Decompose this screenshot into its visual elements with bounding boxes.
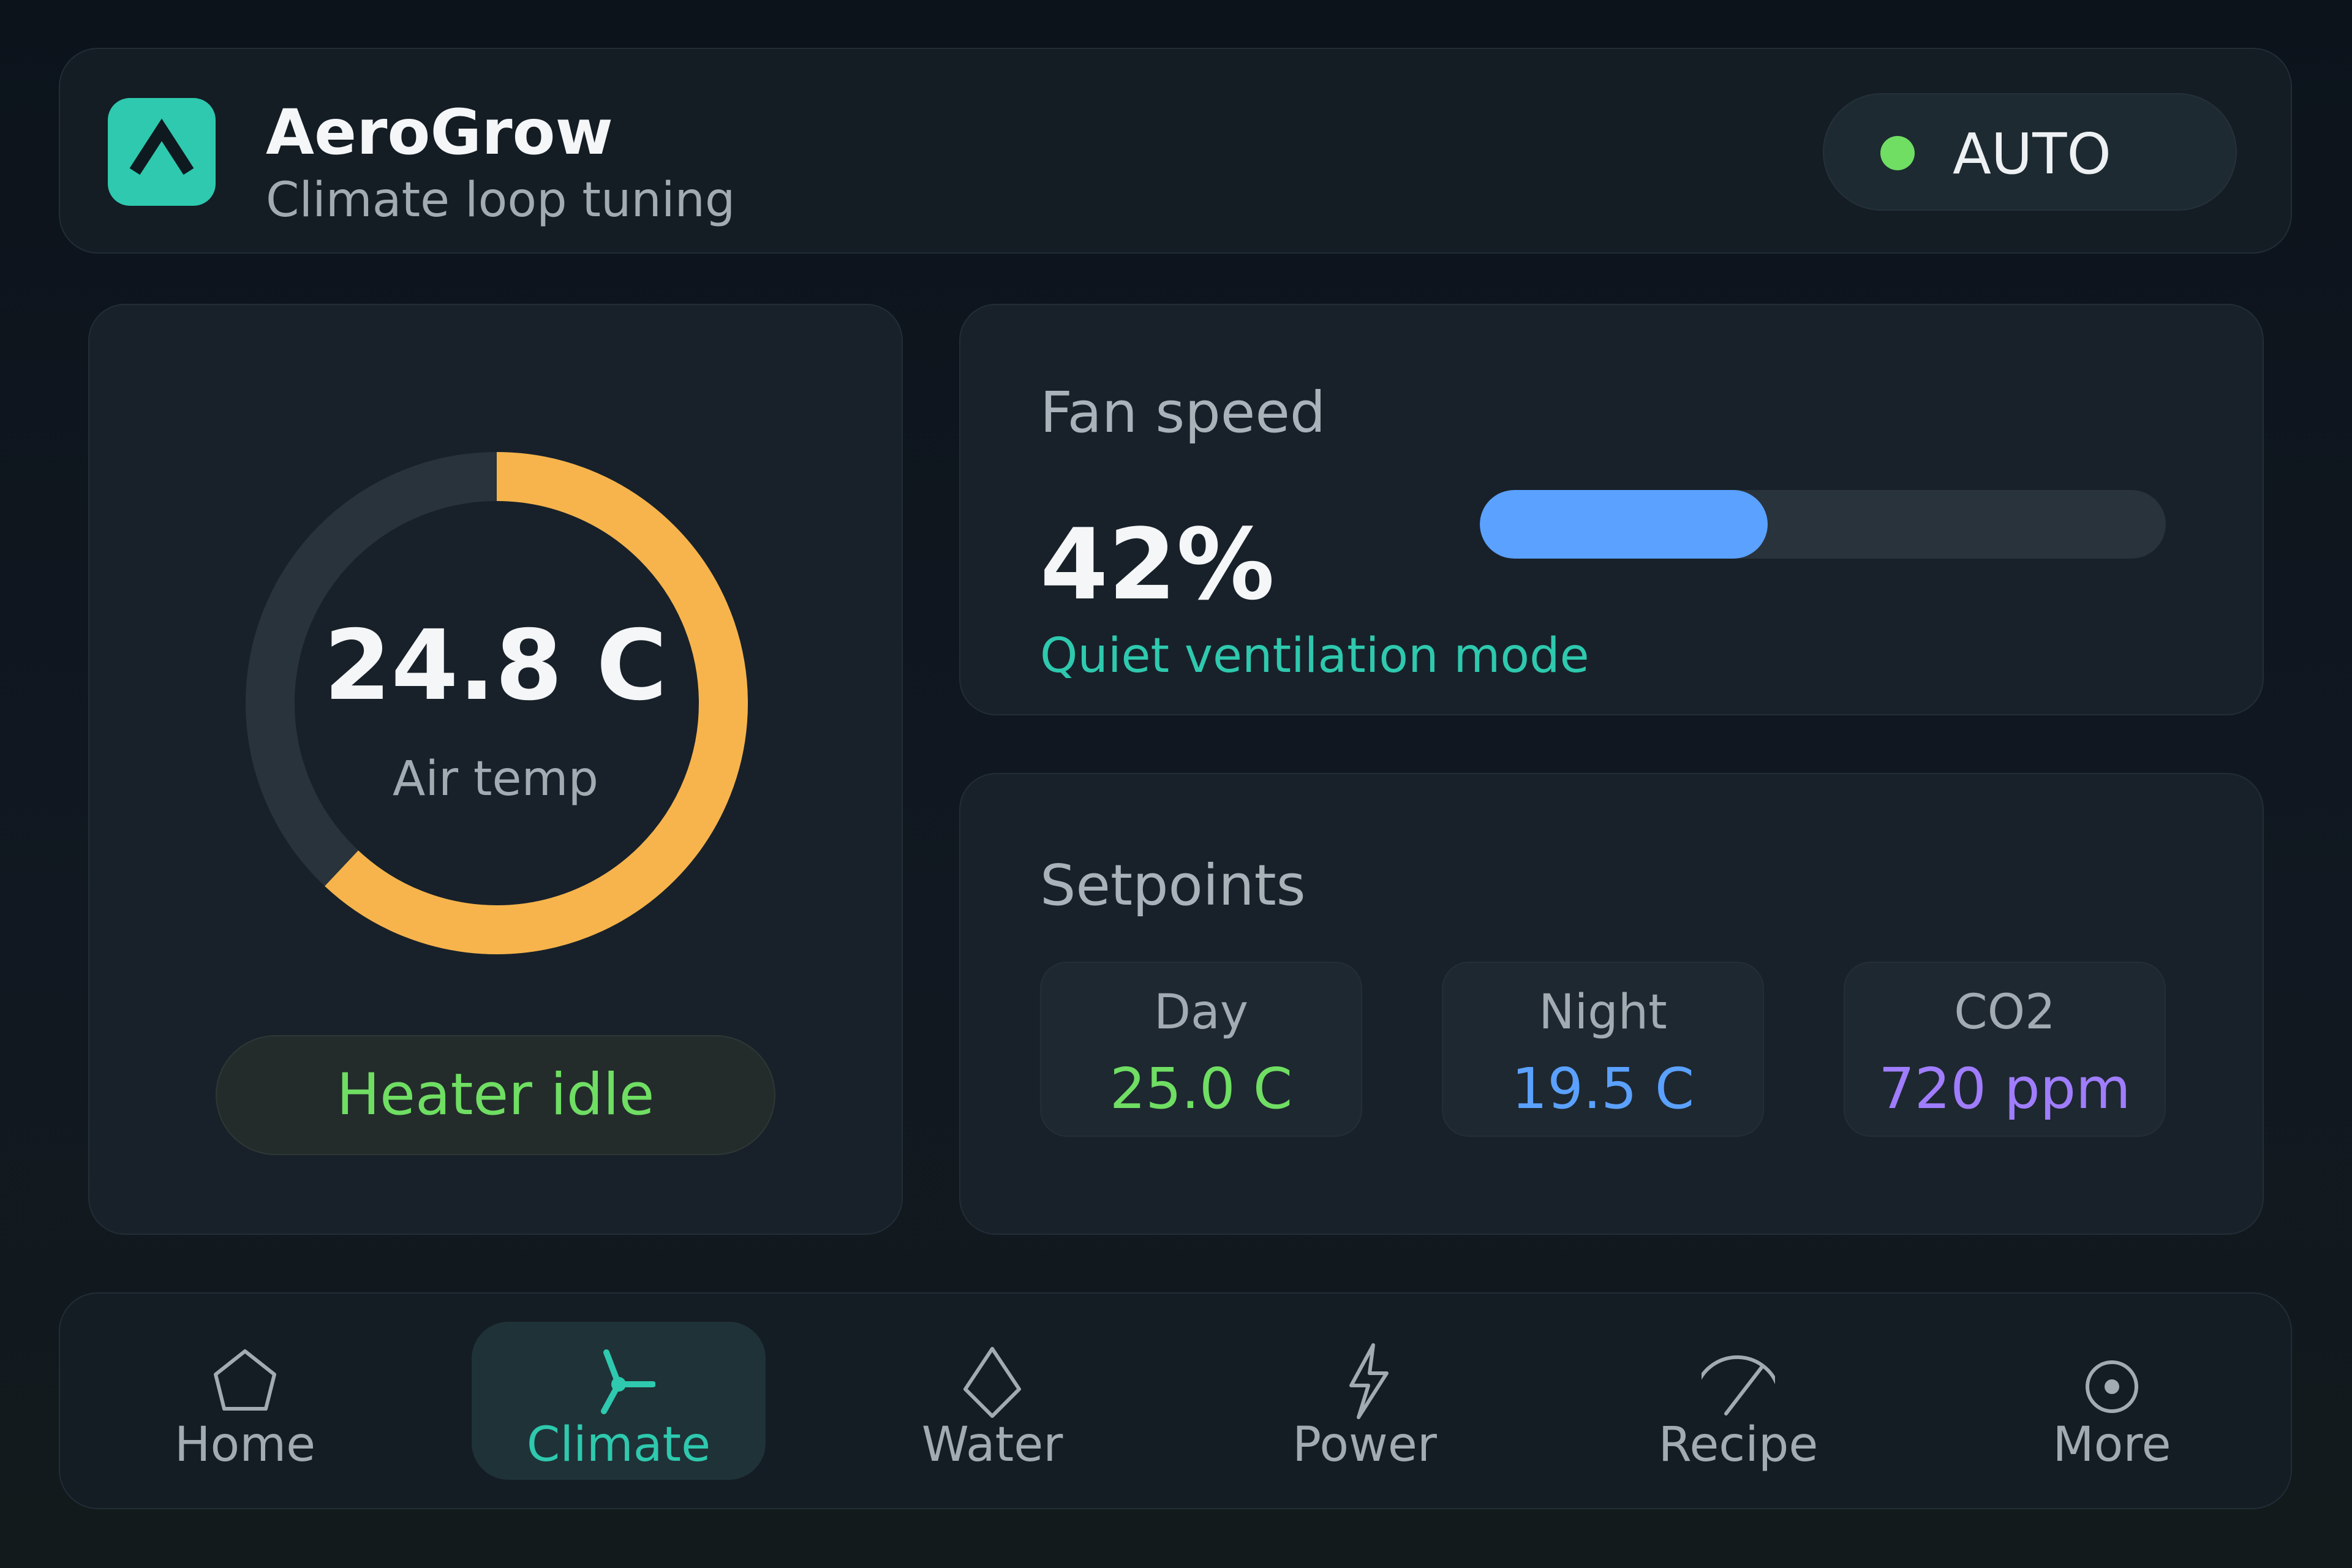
nav-item-water[interactable]: Water: [845, 1322, 1139, 1480]
nav-item-home[interactable]: Home: [98, 1322, 392, 1480]
setpoints-card: Setpoints Day 25.0 C Night 19.5 C CO2 72…: [959, 773, 2264, 1235]
bottom-nav: Home Climate Water Power Recipe More: [59, 1292, 2292, 1509]
lightning-icon: [1349, 1343, 1389, 1419]
nav-item-label: Power: [1292, 1417, 1437, 1472]
mode-toggle[interactable]: AUTO: [1823, 93, 2237, 211]
fan-mode-note: Quiet ventilation mode: [1040, 628, 1589, 684]
app-title: AeroGrow: [266, 96, 613, 169]
app-header: AeroGrow Climate loop tuning AUTO: [59, 48, 2292, 254]
setpoint-day[interactable]: Day 25.0 C: [1040, 962, 1362, 1137]
setpoint-label: Day: [1153, 985, 1249, 1040]
app-subtitle: Climate loop tuning: [266, 173, 736, 228]
recipe-arc-icon: [1702, 1355, 1775, 1415]
water-drop-icon: [963, 1347, 1021, 1418]
fan-speed-slider[interactable]: [1480, 490, 2166, 559]
heater-status-badge: Heater idle: [216, 1035, 775, 1155]
setpoints-title: Setpoints: [1040, 853, 1306, 918]
heater-status-label: Heater idle: [336, 1061, 655, 1128]
setpoint-label: CO2: [1954, 985, 2056, 1040]
mode-label: AUTO: [1953, 121, 2111, 187]
setpoint-label: Night: [1539, 985, 1667, 1040]
setpoint-co2[interactable]: CO2 720 ppm: [1844, 962, 2166, 1137]
setpoint-value: 720 ppm: [1879, 1056, 2131, 1121]
mode-status-dot: [1880, 136, 1915, 170]
nav-item-label: Water: [921, 1417, 1063, 1472]
home-icon: [214, 1349, 276, 1411]
nav-item-climate[interactable]: Climate: [472, 1322, 766, 1480]
nav-item-label: Climate: [526, 1417, 711, 1472]
app-logo: [108, 98, 216, 206]
more-dot-icon: [2086, 1360, 2138, 1413]
fan-speed-card: Fan speed 42% Quiet ventilation mode: [959, 304, 2264, 715]
fan-icon: [601, 1349, 655, 1414]
nav-item-label: More: [2052, 1417, 2171, 1472]
nav-item-power[interactable]: Power: [1218, 1322, 1512, 1480]
setpoint-night[interactable]: Night 19.5 C: [1442, 962, 1764, 1137]
fan-speed-title: Fan speed: [1040, 380, 1326, 445]
air-temp-value: 24.8 C: [323, 609, 668, 722]
nav-item-recipe[interactable]: Recipe: [1591, 1322, 1885, 1480]
setpoint-value: 19.5 C: [1511, 1056, 1695, 1121]
nav-item-more[interactable]: More: [1965, 1322, 2259, 1480]
nav-item-label: Recipe: [1658, 1417, 1819, 1472]
setpoint-value: 25.0 C: [1109, 1056, 1293, 1121]
temperature-card: 24.8 C Air temp Heater idle: [88, 304, 903, 1235]
mountain-caret-icon: [129, 118, 194, 175]
nav-item-label: Home: [174, 1417, 316, 1472]
fan-speed-value: 42%: [1040, 507, 1275, 622]
fan-speed-fill: [1480, 490, 1768, 559]
air-temp-label: Air temp: [393, 752, 598, 807]
